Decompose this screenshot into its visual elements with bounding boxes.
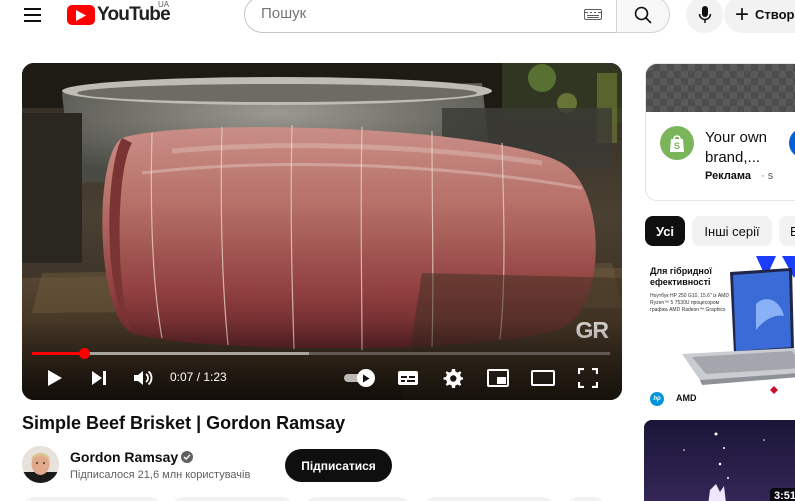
- fullscreen-icon: [578, 368, 598, 388]
- play-button[interactable]: [42, 365, 68, 391]
- search-box[interactable]: [244, 0, 616, 33]
- keyboard-icon[interactable]: [584, 9, 602, 20]
- country-code: UA: [158, 0, 170, 9]
- create-button[interactable]: + Створ: [724, 0, 795, 33]
- subscribe-button[interactable]: Підписатися: [285, 449, 392, 482]
- settings-gear-icon: [443, 369, 463, 388]
- ad-banner-image: [646, 64, 795, 112]
- hamburger-menu-icon[interactable]: [18, 1, 46, 29]
- video-title: Simple Beef Brisket | Gordon Ramsay: [22, 413, 346, 433]
- shopify-bag-icon: S: [660, 126, 694, 160]
- youtube-logo[interactable]: YouTube: [67, 4, 171, 26]
- next-video-thumbnail[interactable]: 3:51: [644, 420, 795, 501]
- play-icon: [48, 370, 62, 386]
- autoplay-play-icon: [363, 374, 370, 382]
- next-video-button[interactable]: [86, 365, 112, 391]
- ad-cta-button[interactable]: [789, 128, 795, 158]
- search-icon: [634, 6, 652, 24]
- skip-next-icon: [92, 371, 106, 385]
- settings-button[interactable]: [440, 365, 466, 391]
- verified-check-icon: [181, 451, 193, 463]
- plus-icon: +: [735, 0, 750, 28]
- more-actions-pill[interactable]: [566, 497, 606, 501]
- hp-logo-icon: hp: [650, 392, 664, 406]
- chip-other-series[interactable]: Інші серії: [692, 216, 772, 246]
- ad-advertiser: · s: [761, 170, 774, 182]
- progress-scrubber-handle[interactable]: [79, 348, 91, 359]
- miniplayer-button[interactable]: [485, 365, 511, 391]
- autoplay-knob: [357, 369, 375, 387]
- search-input[interactable]: [261, 5, 561, 22]
- chip-all[interactable]: Усі: [645, 216, 685, 246]
- clip-pill[interactable]: [423, 497, 555, 501]
- share-pill[interactable]: [172, 497, 294, 501]
- amd-logo: AMD: [676, 393, 697, 403]
- autoplay-toggle[interactable]: [344, 369, 378, 387]
- time-display: 0:07 / 1:23: [170, 370, 227, 384]
- search-button[interactable]: [616, 0, 670, 33]
- download-pill[interactable]: [305, 497, 411, 501]
- volume-icon: [134, 370, 153, 386]
- subtitles-button[interactable]: [395, 365, 421, 391]
- channel-avatar[interactable]: [22, 446, 59, 483]
- video-duration-badge: 3:51: [770, 488, 795, 501]
- promo-details: Ноутбук HP 250 G10, 15.6" із AMD Ryzen™ …: [650, 293, 729, 313]
- video-player[interactable]: GR 0:07 / 1:23: [22, 63, 622, 400]
- subscriber-count: Підписалося 21,6 млн користувачів: [70, 469, 251, 481]
- like-dislike-pill[interactable]: [22, 497, 162, 501]
- theater-mode-icon: [531, 370, 555, 386]
- youtube-watch-page: YouTube UA + Створ: [0, 0, 795, 501]
- mute-button[interactable]: [130, 365, 156, 391]
- promo-video-thumbnail[interactable]: Для гібридної ефективності Ноутбук HP 25…: [644, 254, 795, 412]
- microphone-icon: [698, 5, 711, 23]
- channel-name[interactable]: Gordon Ramsay: [70, 449, 178, 465]
- chip-more[interactable]: В: [779, 216, 795, 246]
- create-label: Створ: [755, 7, 795, 22]
- ad-title[interactable]: Your own brand,...: [705, 128, 779, 168]
- theater-mode-button[interactable]: [529, 365, 557, 391]
- ad-sponsored-label: Реклама: [705, 170, 752, 182]
- miniplayer-icon: [487, 369, 509, 387]
- youtube-play-logo-icon: [67, 5, 95, 25]
- sponsored-ad-card[interactable]: S Your own brand,... Реклама · s: [645, 63, 795, 201]
- gordon-ramsay-avatar-image: [22, 446, 59, 483]
- promo-headline: Для гібридної ефективності: [650, 266, 712, 287]
- voice-search-button[interactable]: [686, 0, 723, 33]
- progress-played: [32, 352, 85, 355]
- progress-bar[interactable]: [32, 348, 610, 359]
- masthead: YouTube UA + Створ: [0, 0, 795, 33]
- fullscreen-button[interactable]: [575, 365, 601, 391]
- svg-text:S: S: [674, 141, 680, 151]
- subtitles-icon: [398, 371, 418, 385]
